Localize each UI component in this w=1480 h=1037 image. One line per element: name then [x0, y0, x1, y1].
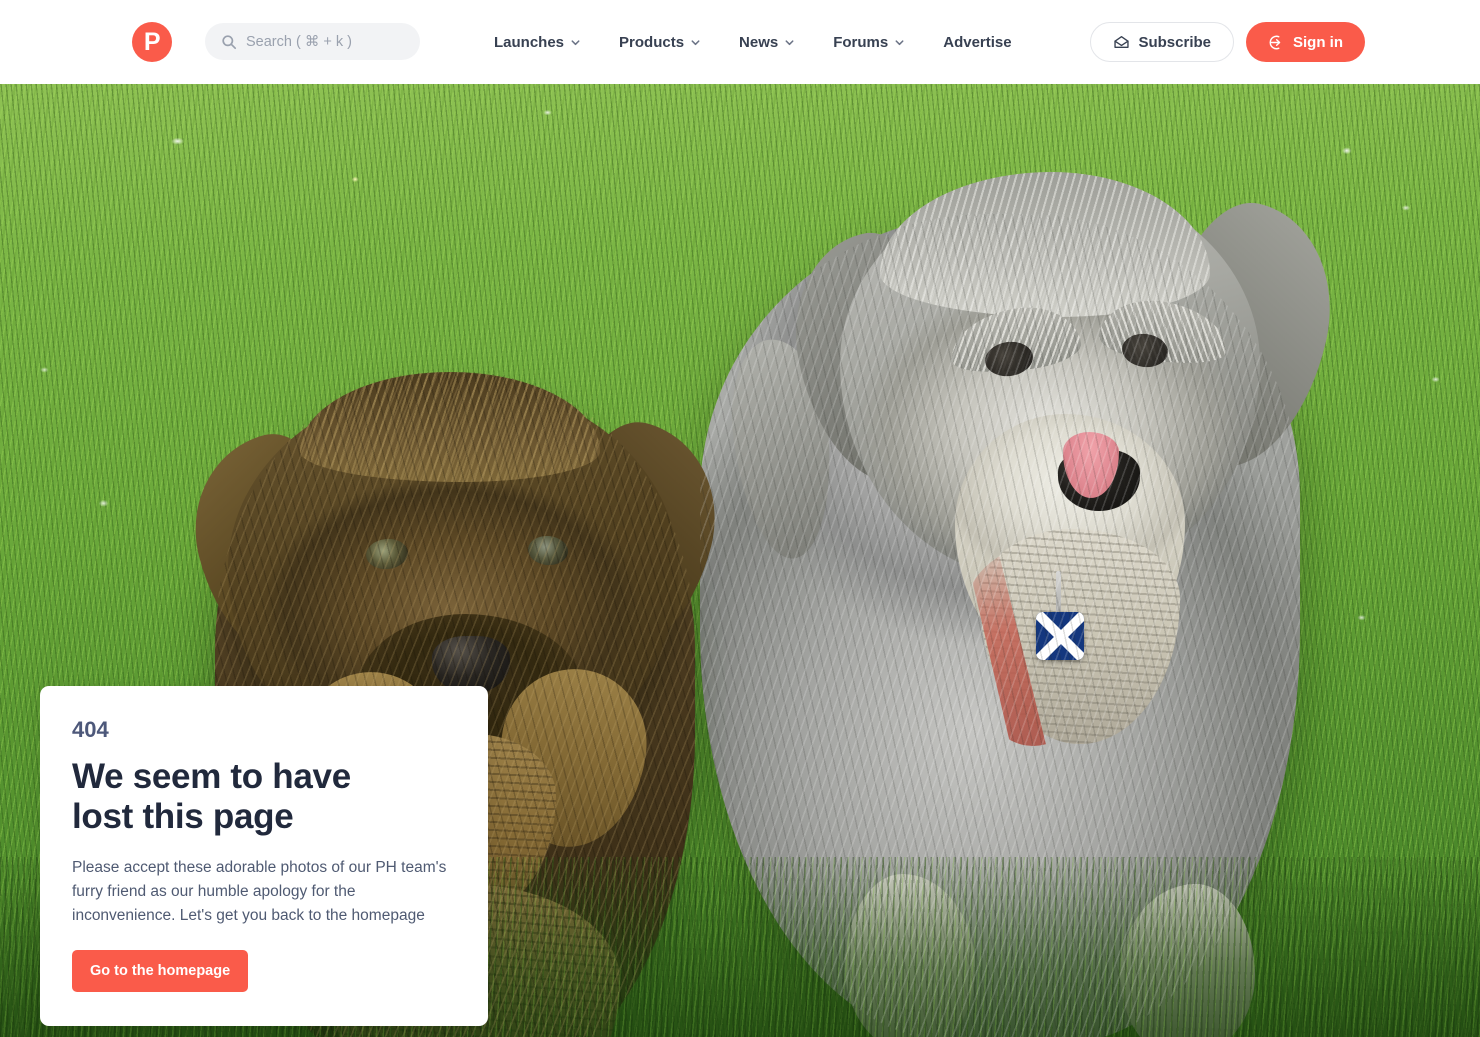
error-code: 404: [72, 717, 109, 742]
sign-in-button[interactable]: Sign in: [1246, 22, 1365, 62]
chevron-down-icon: [571, 39, 580, 45]
subscribe-label: Subscribe: [1138, 33, 1211, 51]
nav-item-news[interactable]: News: [739, 34, 795, 51]
page-title-line-1: We seem to have: [72, 757, 351, 796]
nav-label-advertise: Advertise: [943, 33, 1012, 51]
header-actions: Subscribe Sign in: [1090, 22, 1365, 62]
logo-letter: P: [143, 27, 161, 56]
error-card: 404 We seem to have lost this page Pleas…: [40, 686, 488, 1026]
search-input[interactable]: Search ( ⌘ + k ): [205, 23, 420, 60]
grey-dog-tag-chain: [1056, 571, 1061, 617]
product-hunt-logo[interactable]: P: [132, 22, 172, 62]
login-arrow-icon: [1269, 35, 1281, 49]
search-icon: [221, 34, 237, 50]
chevron-down-icon: [895, 39, 904, 45]
envelope-icon: [1114, 35, 1130, 48]
subscribe-button[interactable]: Subscribe: [1090, 22, 1234, 62]
sign-in-label: Sign in: [1293, 33, 1343, 51]
nav-item-advertise[interactable]: Advertise: [943, 34, 1011, 51]
chevron-down-icon: [785, 39, 794, 45]
page-title: We seem to have lost this page: [72, 757, 456, 838]
error-description: Please accept these adorable photos of o…: [72, 858, 447, 924]
nav-item-launches[interactable]: Launches: [494, 34, 581, 51]
nav-label-launches: Launches: [494, 33, 565, 51]
nav-label-news: News: [739, 33, 779, 51]
nav-item-forums[interactable]: Forums: [833, 34, 905, 51]
scottish-saltire-tag-icon: [1036, 612, 1084, 660]
nav-item-products[interactable]: Products: [619, 34, 701, 51]
primary-navigation: Launches Products News Forums Advertise: [494, 0, 1012, 84]
site-header: P Search ( ⌘ + k ) Launches Products New…: [0, 0, 1480, 84]
go-to-homepage-button[interactable]: Go to the homepage: [72, 949, 249, 992]
nav-label-products: Products: [619, 33, 685, 51]
search-placeholder: Search ( ⌘ + k ): [246, 33, 352, 50]
chevron-down-icon: [691, 39, 700, 45]
nav-label-forums: Forums: [833, 33, 889, 51]
page-title-line-2: lost this page: [72, 797, 294, 837]
